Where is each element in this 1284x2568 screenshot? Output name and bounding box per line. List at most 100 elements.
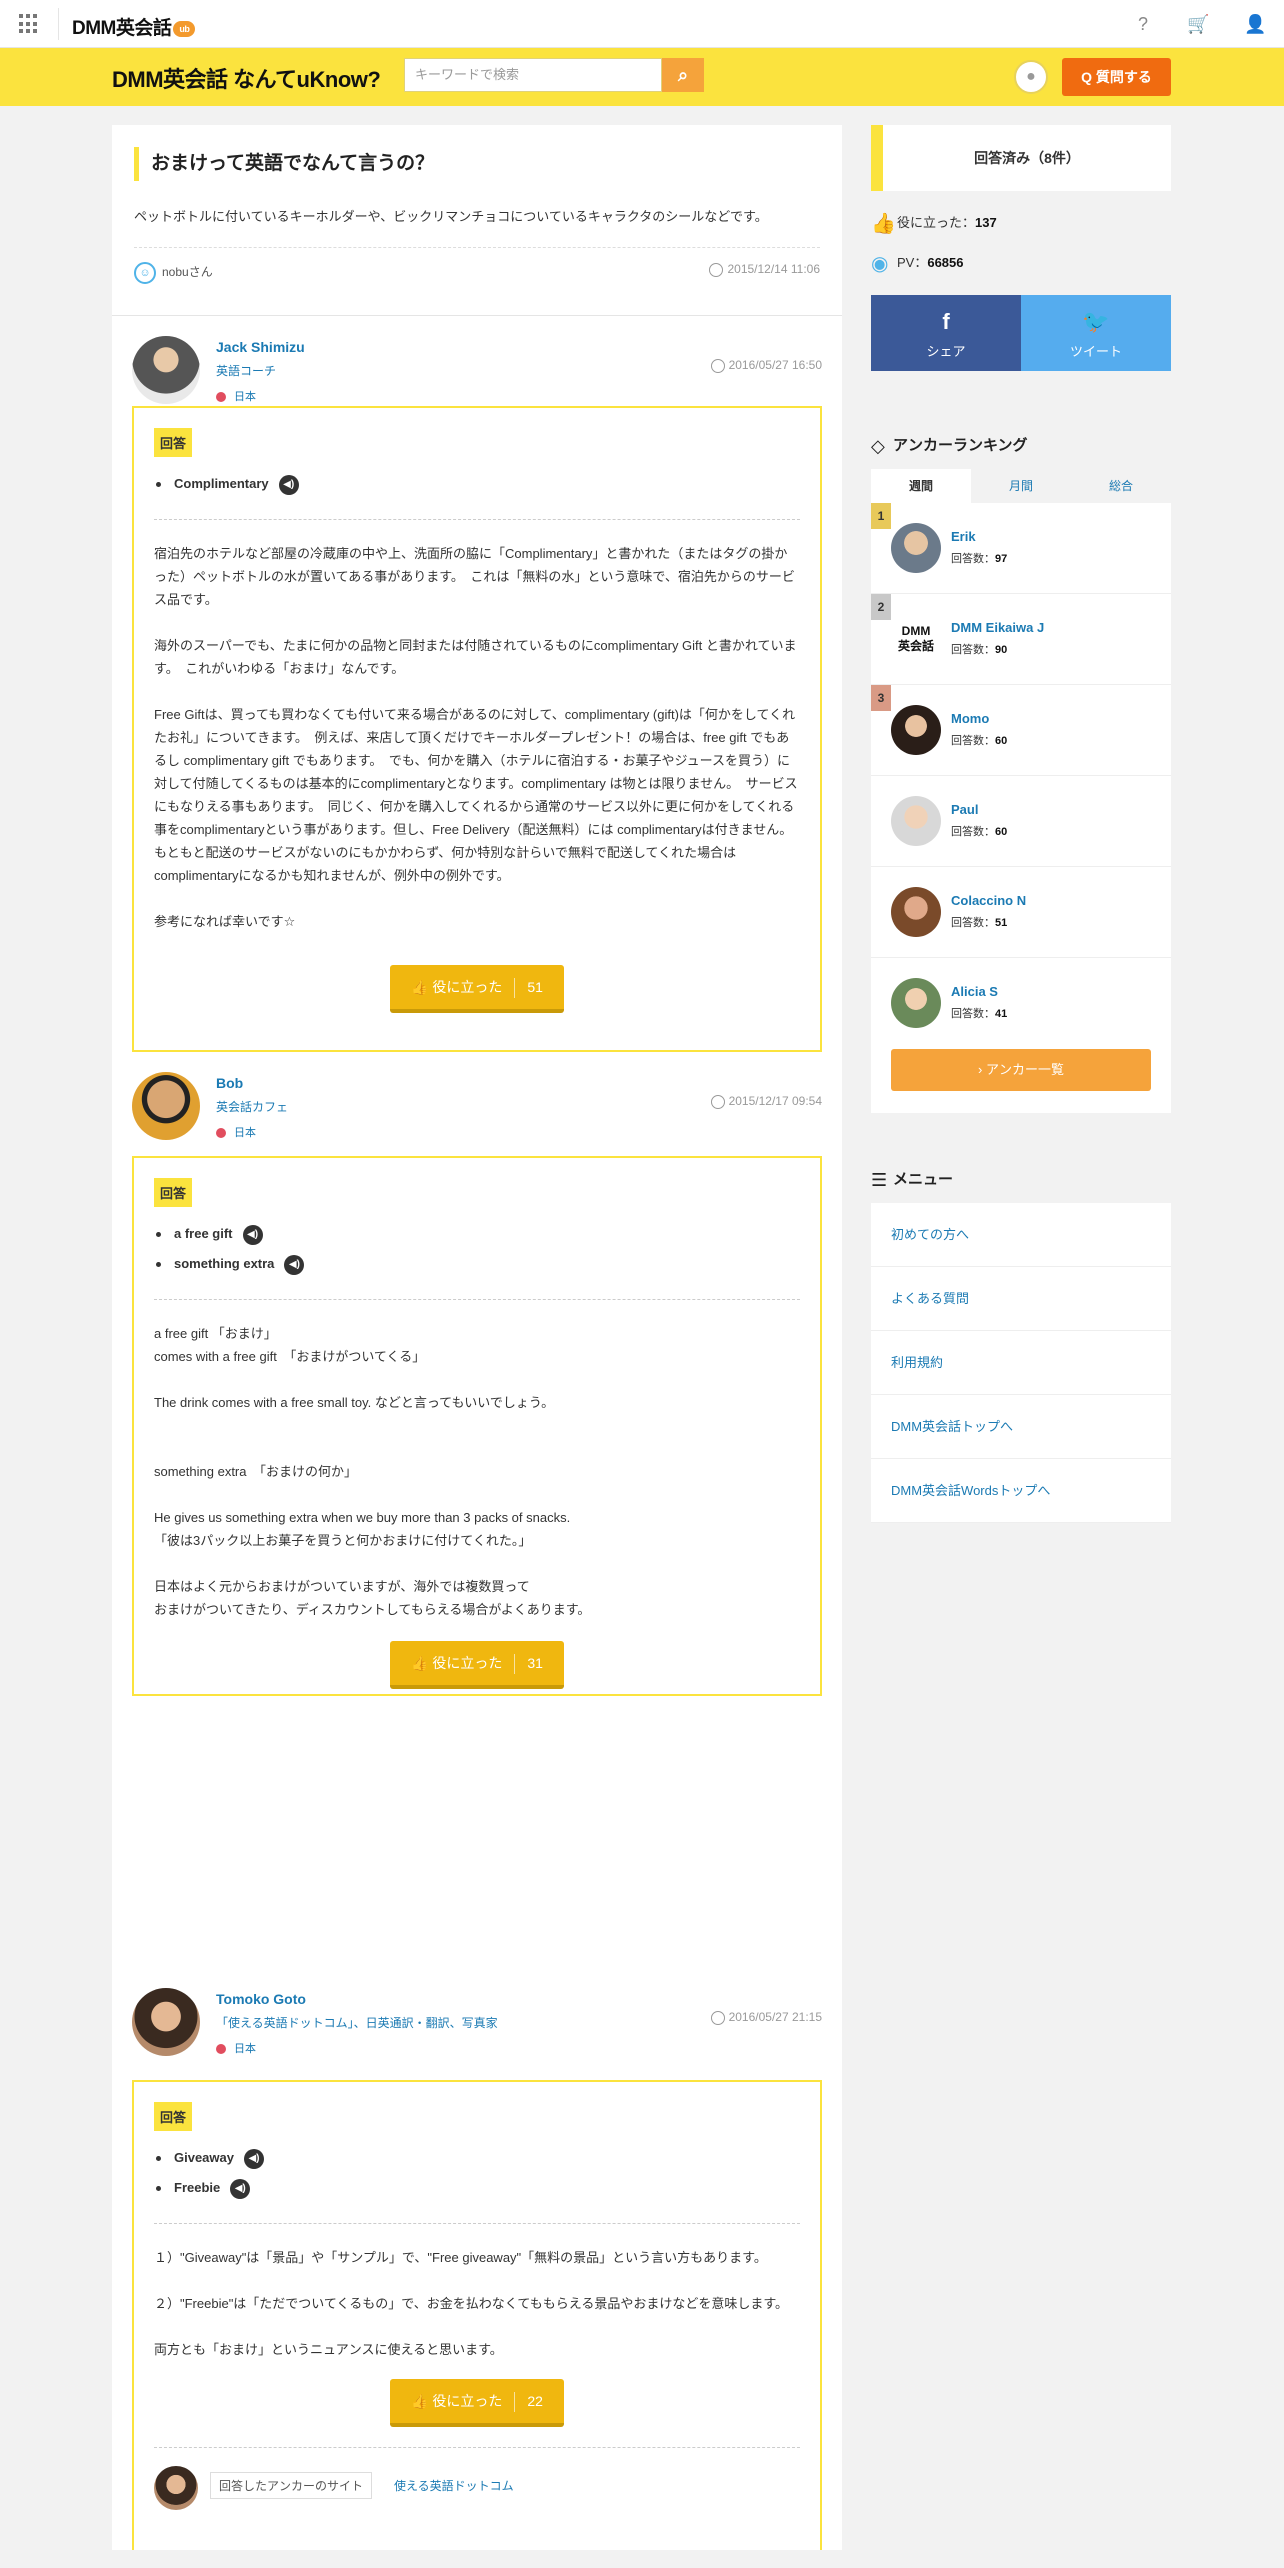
avatar (891, 978, 941, 1028)
ranking-name[interactable]: DMM Eikaiwa J (951, 620, 1044, 635)
ranking-name[interactable]: Paul (951, 802, 978, 817)
helpful-button[interactable]: 👍 役に立った 51 (390, 965, 564, 1013)
answerer-title[interactable]: 英語コーチ (216, 362, 305, 379)
answerer-name[interactable]: Tomoko Goto (216, 1991, 498, 2007)
eye-icon: ◉ (871, 252, 889, 275)
ranking-item[interactable]: 2 DMM 英会話 DMM Eikaiwa J 回答数：90 (871, 594, 1171, 685)
answer-tag: 回答 (154, 2102, 193, 2131)
avatar[interactable] (132, 1072, 200, 1140)
list-icon: ☰ (871, 1170, 888, 1191)
ranking-item[interactable]: Paul 回答数：60 (871, 776, 1171, 867)
ranking-count: 回答数：97 (951, 553, 1008, 565)
helpful-button[interactable]: 👍 役に立った 22 (390, 2379, 564, 2427)
anchor-list-button[interactable]: › アンカー一覧 (891, 1049, 1151, 1091)
ranking-count: 回答数：90 (951, 644, 1008, 656)
speaker-icon[interactable]: ◀) (284, 1254, 305, 1275)
avatar[interactable] (132, 1988, 200, 2056)
answerer-name[interactable]: Bob (216, 1075, 288, 1091)
speaker-icon[interactable]: ◀) (278, 474, 299, 495)
answered-count: 回答済み（8件） (871, 125, 1171, 191)
phrase-item: Freebie ◀) (154, 2173, 800, 2203)
pv-stat: ◉ PV：66856 (871, 243, 1171, 283)
user-icon: ☺ (134, 262, 156, 284)
menu-title: ☰ メニュー (871, 1167, 1171, 1193)
rank-badge: 3 (871, 685, 891, 711)
facebook-icon: f (942, 309, 950, 334)
question-author[interactable]: nobuさん (162, 265, 213, 279)
answer-tag: 回答 (154, 1178, 193, 1207)
question-meta: ☺ nobuさん 2015/12/14 11:06 (134, 247, 820, 291)
ranking-name[interactable]: Momo (951, 711, 989, 726)
avatar[interactable] (132, 336, 200, 404)
clock-icon (710, 1094, 725, 1109)
apps-grid-icon[interactable] (19, 14, 39, 34)
sidebar: 回答済み（8件） 👍役に立った：137 ◉ PV：66856 f シェア 🐦 ツイート… (871, 125, 1171, 1523)
phrase-list: a free gift ◀) something extra ◀) (154, 1219, 800, 1300)
answerer-country: 日本 (216, 1124, 288, 1140)
question-title: おまけって英語でなんて言うの？ (134, 147, 820, 181)
flag-icon (216, 1128, 226, 1139)
thumbs-up-icon: 👍 (871, 212, 896, 235)
menu-item-words-top[interactable]: DMM英会話Wordsトップへ (871, 1459, 1171, 1523)
ranking-item[interactable]: Colaccino N 回答数：51 (871, 867, 1171, 958)
search-button[interactable]: ⌕ (662, 58, 704, 92)
speaker-icon[interactable]: ◀) (242, 1224, 263, 1245)
helpful-button[interactable]: 👍 役に立った 31 (390, 1641, 564, 1689)
ranking-title: ◇ アンカーランキング (871, 433, 1171, 459)
answer-body: １）"Giveaway"は「景品」や「サンプル」で、"Free giveaway… (154, 2250, 789, 2357)
ad-space (132, 1696, 822, 1996)
phrase-list: Giveaway ◀) Freebie ◀) (154, 2143, 800, 2224)
facebook-share-button[interactable]: f シェア (871, 295, 1021, 371)
twitter-icon: 🐦 (1082, 309, 1110, 334)
ranking-item[interactable]: Alicia S 回答数：41 (871, 958, 1171, 1049)
ub-badge: ub (173, 20, 196, 37)
answerer-country: 日本 (216, 2040, 498, 2056)
site-logo[interactable]: DMM英会話 なんてuKnow? (112, 62, 381, 94)
menu-list: 初めての方へ よくある質問 利用規約 DMM英会話トップへ DMM英会話Word… (871, 1203, 1171, 1523)
help-icon[interactable]: ? (1132, 13, 1154, 35)
answer-box: 回答 Complimentary ◀) 宿泊先のホテルなど部屋の冷蔵庫の中や上、洗… (132, 406, 822, 1052)
answerer-title[interactable]: 「使える英語ドットコム」、日英通訳・翻訳、写真家 (216, 2014, 498, 2031)
anchor-site-label: 回答したアンカーのサイト (210, 2472, 373, 2499)
answer-body: 宿泊先のホテルなど部屋の冷蔵庫の中や上、洗面所の脇に「Complimentary… (154, 546, 798, 929)
search-input[interactable]: キーワードで検索 (404, 58, 662, 92)
answer-tag: 回答 (154, 428, 193, 457)
question-body: ペットボトルに付いているキーホルダーや、ビックリマンチョコについているキャラクタ… (134, 209, 768, 224)
answerer-title[interactable]: 英会話カフェ (216, 1098, 288, 1115)
answerer-info: Tomoko Goto 「使える英語ドットコム」、日英通訳・翻訳、写真家 日本 (216, 1991, 498, 2056)
ranking-item[interactable]: 3 Momo 回答数：60 (871, 685, 1171, 776)
ask-question-button[interactable]: Q 質問する (1062, 58, 1171, 96)
answer-header: Jack Shimizu 英語コーチ 日本 2016/05/27 16:50 (132, 316, 822, 406)
anchor-site-link[interactable]: 使える英語ドットコム (394, 2477, 514, 2494)
speaker-icon[interactable]: ◀) (244, 2148, 264, 2169)
phrase-item: Complimentary ◀) (154, 469, 800, 499)
speaker-icon[interactable]: ◀) (230, 2178, 251, 2199)
avatar (891, 796, 941, 846)
menu-item-dmm-top[interactable]: DMM英会話トップへ (871, 1395, 1171, 1459)
avatar[interactable]: ● (1014, 60, 1048, 94)
menu-item-faq[interactable]: よくある質問 (871, 1267, 1171, 1331)
cart-icon[interactable]: 🛒 (1187, 13, 1209, 35)
menu-item-terms[interactable]: 利用規約 (871, 1331, 1171, 1395)
divider (58, 8, 59, 40)
answerer-name[interactable]: Jack Shimizu (216, 339, 305, 355)
tab-monthly[interactable]: 月間 (971, 469, 1071, 503)
phrase-list: Complimentary ◀) (154, 469, 800, 520)
main-content: おまけって英語でなんて言うの？ ペットボトルに付いているキーホルダーや、ビックリ… (112, 125, 842, 2550)
tab-weekly[interactable]: 週間 (871, 469, 971, 503)
menu-item-beginners[interactable]: 初めての方へ (871, 1203, 1171, 1267)
question-card: おまけって英語でなんて言うの？ ペットボトルに付いているキーホルダーや、ビックリ… (112, 125, 842, 316)
answer-time: 2016/05/27 21:15 (710, 2010, 822, 2025)
user-icon[interactable]: 👤 (1244, 13, 1266, 35)
answer-item: Jack Shimizu 英語コーチ 日本 2016/05/27 16:50 回… (112, 316, 842, 2550)
ranking-item[interactable]: 1 Erik 回答数：97 (871, 503, 1171, 594)
rank-badge: 1 (871, 503, 891, 529)
ranking-name[interactable]: Colaccino N (951, 893, 1026, 908)
dmm-brand-logo[interactable]: DMM英会話 ub (72, 13, 196, 40)
twitter-share-button[interactable]: 🐦 ツイート (1021, 295, 1171, 371)
ranking-name[interactable]: Erik (951, 529, 976, 544)
tab-overall[interactable]: 総合 (1071, 469, 1171, 503)
search-icon: ⌕ (677, 65, 689, 85)
ranking-name[interactable]: Alicia S (951, 984, 998, 999)
avatar (891, 887, 941, 937)
